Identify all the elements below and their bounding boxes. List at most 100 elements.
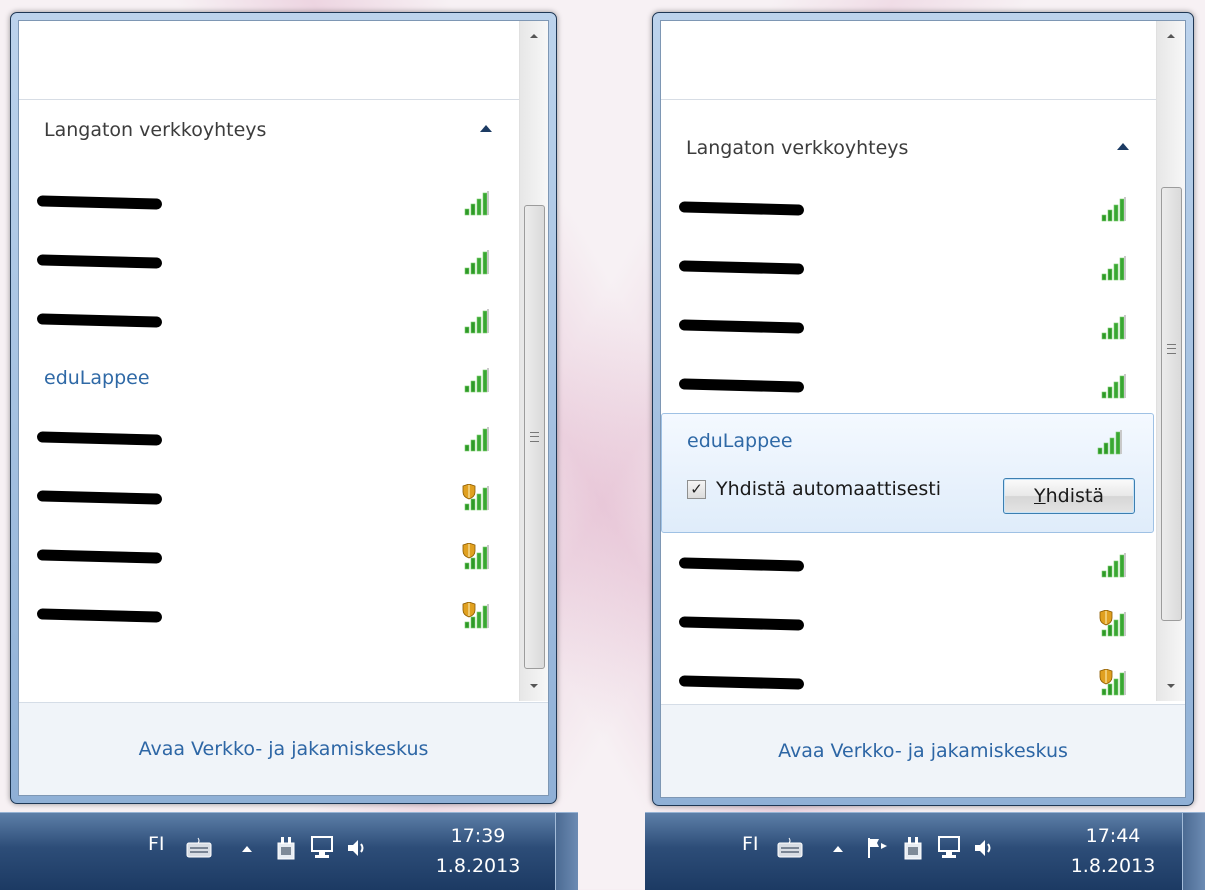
network-item[interactable] bbox=[661, 177, 1157, 236]
chevron-up-icon[interactable] bbox=[1117, 143, 1129, 150]
auto-connect-checkbox[interactable]: ✓ bbox=[687, 479, 706, 499]
connect-button[interactable]: Yhdistä bbox=[1003, 478, 1135, 514]
network-item[interactable]: eduLappee bbox=[19, 348, 520, 407]
network-item[interactable] bbox=[661, 236, 1157, 295]
connected-area bbox=[19, 21, 520, 100]
flag-icon[interactable] bbox=[865, 835, 889, 861]
clock[interactable]: 17:39 1.8.2013 bbox=[428, 821, 528, 881]
network-center-link[interactable]: Avaa Verkko- ja jakamiskeskus bbox=[778, 740, 1068, 762]
signal-icon bbox=[1101, 374, 1126, 399]
section-title: Langaton verkkoyhteys bbox=[44, 119, 267, 141]
shield-icon bbox=[462, 543, 476, 559]
network-item-selected[interactable]: eduLappee ✓ Yhdistä automaattisesti Yhdistä bbox=[661, 413, 1154, 533]
network-item[interactable] bbox=[19, 466, 520, 525]
signal-icon bbox=[1101, 553, 1126, 578]
chevron-up-icon[interactable] bbox=[480, 125, 492, 132]
signal-icon bbox=[462, 543, 489, 570]
network-icon[interactable] bbox=[937, 835, 961, 861]
redaction-mark bbox=[678, 377, 805, 393]
screenshot-left: Langaton verkkoyhteys eduLappee Avaa Ver… bbox=[0, 0, 578, 890]
redaction-mark bbox=[36, 312, 163, 328]
redaction-mark bbox=[678, 556, 805, 572]
scroll-up-button[interactable] bbox=[1157, 21, 1185, 51]
network-item[interactable] bbox=[661, 533, 1157, 592]
keyboard-icon[interactable] bbox=[777, 837, 803, 859]
volume-icon[interactable] bbox=[346, 837, 366, 859]
redaction-mark bbox=[36, 430, 163, 446]
network-icon[interactable] bbox=[310, 835, 334, 861]
signal-icon bbox=[464, 368, 489, 393]
show-desktop-button[interactable] bbox=[555, 813, 578, 890]
signal-icon bbox=[464, 427, 489, 452]
screenshot-right: Langaton verkkoyhteys eduLappee ✓ Yhdistä … bbox=[645, 0, 1205, 890]
shield-icon bbox=[462, 484, 476, 500]
chevron-up-icon[interactable] bbox=[833, 845, 843, 853]
redaction-mark bbox=[678, 318, 805, 334]
scroll-thumb[interactable] bbox=[1161, 187, 1182, 621]
network-item[interactable] bbox=[19, 289, 520, 348]
taskbar: FI 17:39 1.8.2013 bbox=[0, 812, 578, 890]
clock-time: 17:39 bbox=[450, 825, 506, 847]
signal-icon bbox=[1099, 669, 1126, 696]
network-item[interactable] bbox=[661, 295, 1157, 354]
signal-icon bbox=[464, 191, 489, 216]
flyout-footer: Avaa Verkko- ja jakamiskeskus bbox=[661, 704, 1185, 797]
scrollbar[interactable] bbox=[519, 21, 548, 701]
power-icon[interactable] bbox=[902, 835, 924, 861]
network-list: eduLappee bbox=[19, 171, 520, 643]
redaction-mark bbox=[678, 259, 805, 275]
signal-icon bbox=[1099, 610, 1126, 637]
network-center-link[interactable]: Avaa Verkko- ja jakamiskeskus bbox=[139, 738, 429, 760]
network-flyout: Langaton verkkoyhteys eduLappee ✓ Yhdistä … bbox=[652, 12, 1194, 806]
network-item[interactable] bbox=[661, 592, 1157, 651]
redaction-mark bbox=[678, 615, 805, 631]
connect-accesskey: Y bbox=[1034, 485, 1046, 507]
connected-area bbox=[661, 21, 1157, 100]
auto-connect-row: ✓ Yhdistä automaattisesti bbox=[687, 478, 941, 500]
network-item[interactable] bbox=[661, 354, 1157, 413]
redaction-mark bbox=[36, 253, 163, 269]
flyout-content: Langaton verkkoyhteys eduLappee Avaa Ver… bbox=[18, 20, 549, 796]
network-item[interactable] bbox=[19, 407, 520, 466]
redaction-mark bbox=[36, 548, 163, 564]
redaction-mark bbox=[36, 194, 163, 210]
connect-label: hdistä bbox=[1045, 485, 1104, 507]
signal-icon bbox=[462, 602, 489, 629]
volume-icon[interactable] bbox=[973, 837, 993, 859]
scroll-down-button[interactable] bbox=[520, 671, 548, 701]
clock-time: 17:44 bbox=[1085, 825, 1141, 847]
redaction-mark bbox=[678, 200, 805, 216]
chevron-up-icon[interactable] bbox=[242, 845, 252, 853]
network-item[interactable] bbox=[661, 651, 1157, 710]
scrollbar[interactable] bbox=[1156, 21, 1185, 701]
flyout-content: Langaton verkkoyhteys eduLappee ✓ Yhdistä … bbox=[660, 20, 1186, 798]
network-item[interactable] bbox=[19, 584, 520, 643]
language-indicator[interactable]: FI bbox=[742, 833, 759, 855]
scroll-down-button[interactable] bbox=[1157, 671, 1185, 701]
scroll-thumb[interactable] bbox=[524, 205, 545, 669]
signal-icon bbox=[1097, 430, 1122, 455]
shield-icon bbox=[462, 602, 476, 618]
taskbar: FI 17:44 1.8.2013 bbox=[645, 812, 1205, 890]
power-icon[interactable] bbox=[275, 835, 297, 861]
language-indicator[interactable]: FI bbox=[148, 833, 165, 855]
shield-icon bbox=[1099, 669, 1113, 685]
signal-icon bbox=[1101, 197, 1126, 222]
auto-connect-label: Yhdistä automaattisesti bbox=[716, 478, 941, 500]
redaction-mark bbox=[36, 607, 163, 623]
flyout-footer: Avaa Verkko- ja jakamiskeskus bbox=[19, 702, 548, 795]
scroll-up-button[interactable] bbox=[520, 21, 548, 51]
clock-date: 1.8.2013 bbox=[1070, 855, 1156, 877]
network-item[interactable] bbox=[19, 171, 520, 230]
signal-icon bbox=[1101, 256, 1126, 281]
network-item[interactable] bbox=[19, 230, 520, 289]
signal-icon bbox=[1101, 315, 1126, 340]
network-flyout: Langaton verkkoyhteys eduLappee Avaa Ver… bbox=[10, 12, 557, 804]
clock-date: 1.8.2013 bbox=[435, 855, 521, 877]
signal-icon bbox=[464, 309, 489, 334]
network-item[interactable] bbox=[19, 525, 520, 584]
keyboard-icon[interactable] bbox=[186, 837, 212, 859]
clock[interactable]: 17:44 1.8.2013 bbox=[1063, 821, 1163, 881]
network-name: eduLappee bbox=[687, 430, 793, 452]
show-desktop-button[interactable] bbox=[1182, 813, 1205, 890]
